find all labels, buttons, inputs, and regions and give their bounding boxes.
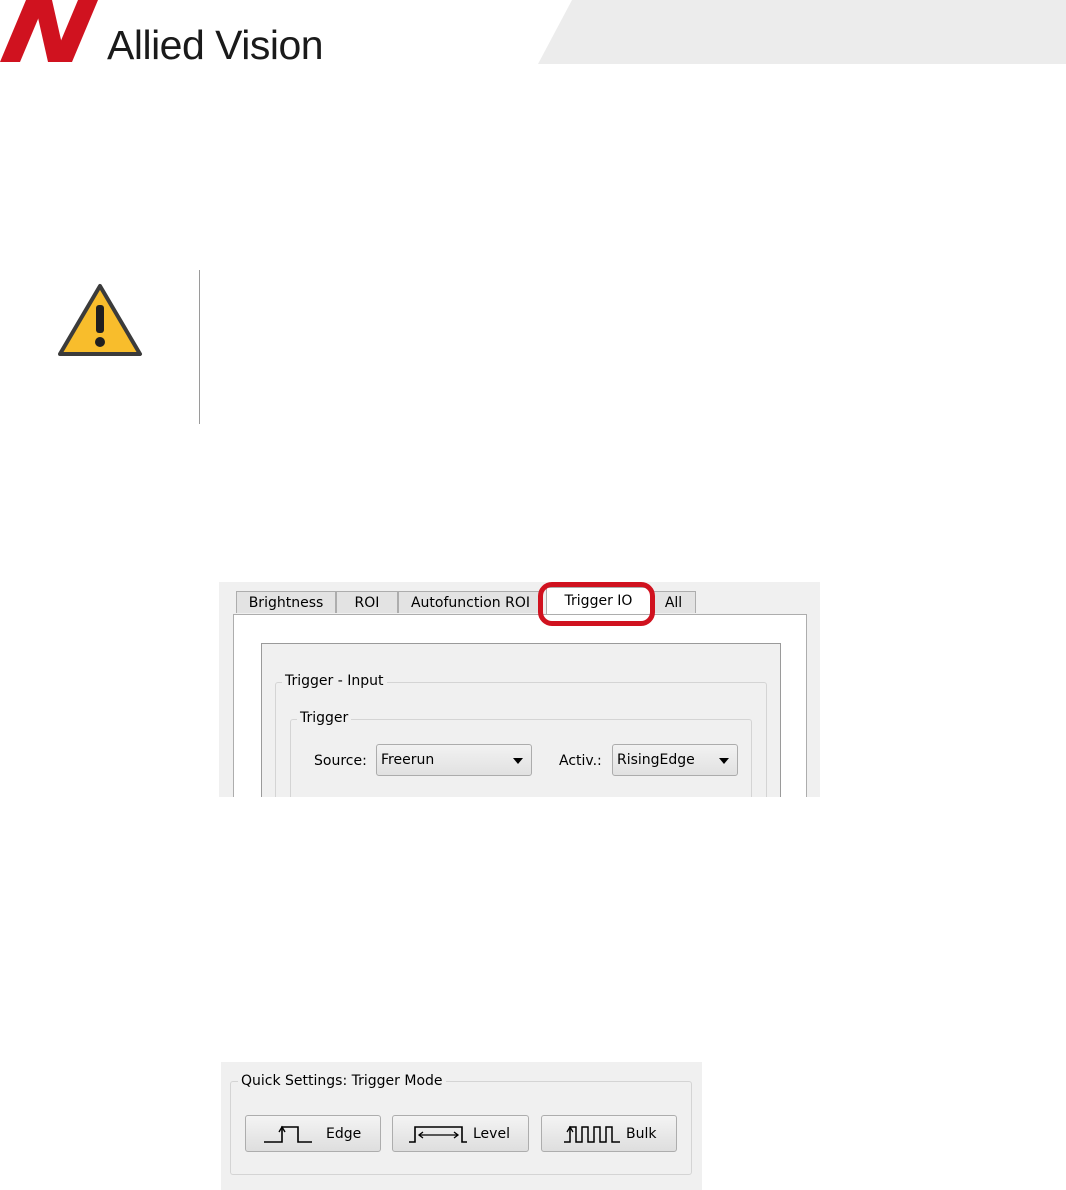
source-label: Source: bbox=[314, 753, 367, 769]
tab-roi[interactable]: ROI bbox=[336, 591, 398, 613]
bulk-button[interactable]: Bulk bbox=[541, 1115, 677, 1152]
source-value: Freerun bbox=[381, 752, 435, 768]
activation-label: Activ.: bbox=[559, 753, 602, 769]
camera-settings-screenshot: Brightness ROI Autofunction ROI Trigger … bbox=[219, 582, 820, 797]
trigger-input-group: Trigger - Input Trigger Source: Freerun … bbox=[275, 673, 767, 797]
activation-dropdown[interactable]: RisingEdge bbox=[612, 744, 738, 776]
trigger-title: Trigger bbox=[297, 710, 352, 726]
trigger-group: Trigger Source: Freerun Activ.: RisingEd… bbox=[290, 710, 752, 797]
trigger-io-page: Trigger - Input Trigger Source: Freerun … bbox=[233, 614, 807, 797]
brand-name: Allied Vision bbox=[107, 22, 324, 68]
quick-settings-title: Quick Settings: Trigger Mode bbox=[238, 1073, 446, 1089]
bulk-label: Bulk bbox=[626, 1126, 657, 1142]
tab-brightness[interactable]: Brightness bbox=[236, 591, 336, 613]
trigger-input-title: Trigger - Input bbox=[282, 673, 387, 689]
bulk-trigger-icon bbox=[564, 1125, 620, 1143]
activation-value: RisingEdge bbox=[617, 752, 695, 768]
quick-settings-screenshot: Quick Settings: Trigger Mode Edge Level … bbox=[221, 1062, 702, 1190]
level-button[interactable]: Level bbox=[392, 1115, 529, 1152]
source-dropdown[interactable]: Freerun bbox=[376, 744, 532, 776]
header-band bbox=[538, 0, 1066, 64]
tab-autofunction-roi[interactable]: Autofunction ROI bbox=[398, 591, 543, 613]
level-label: Level bbox=[473, 1126, 510, 1142]
edge-trigger-icon bbox=[264, 1125, 312, 1143]
warning-icon bbox=[58, 284, 142, 356]
warning-divider bbox=[199, 270, 200, 424]
trigger-settings-panel: Trigger - Input Trigger Source: Freerun … bbox=[261, 643, 781, 797]
tab-all[interactable]: All bbox=[651, 591, 696, 613]
level-trigger-icon bbox=[409, 1126, 467, 1143]
edge-label: Edge bbox=[326, 1126, 362, 1142]
chevron-down-icon bbox=[719, 758, 729, 764]
chevron-down-icon bbox=[513, 758, 523, 764]
edge-button[interactable]: Edge bbox=[245, 1115, 381, 1152]
trigger-io-highlight bbox=[538, 582, 655, 626]
allied-vision-logo-icon bbox=[0, 0, 98, 62]
